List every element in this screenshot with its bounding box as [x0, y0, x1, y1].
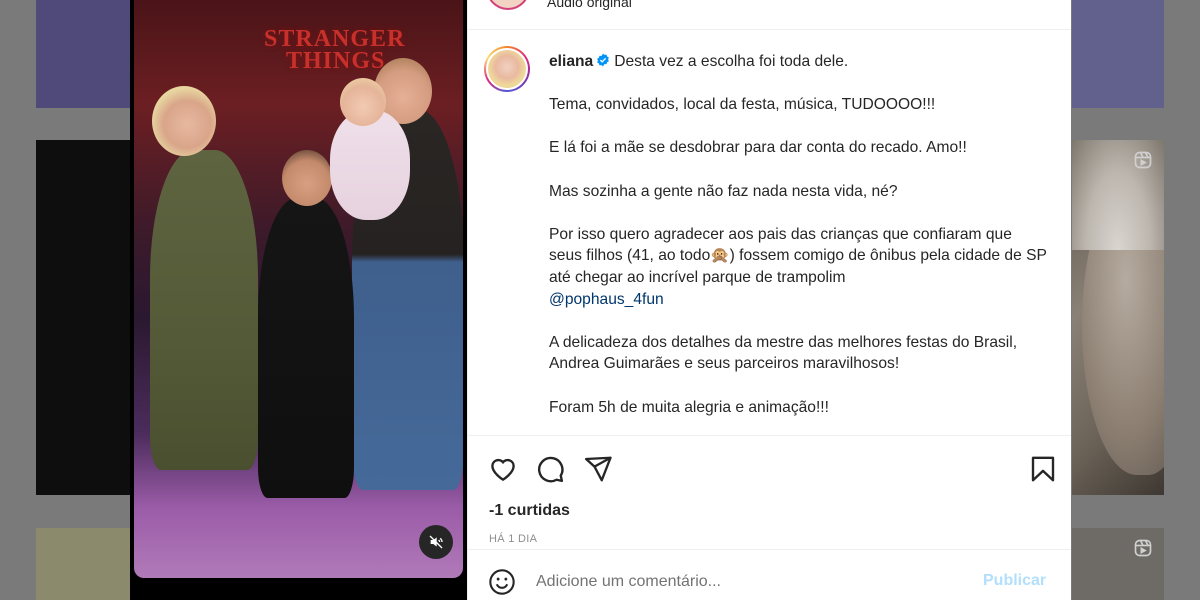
- feed-thumbnail[interactable]: [36, 0, 132, 108]
- heart-icon[interactable]: [488, 454, 518, 484]
- caption-paragraph: Tema, convidados, local da festa, música…: [549, 96, 936, 114]
- avatar[interactable]: [486, 0, 530, 10]
- speaker-muted-icon: [429, 535, 443, 549]
- publish-button[interactable]: Publicar: [983, 572, 1046, 590]
- action-bar: [468, 435, 1071, 499]
- post-date[interactable]: HÁ 1 DIA: [489, 533, 537, 545]
- post-details-panel: Áudio original eliana Desta vez a escolha…: [467, 0, 1071, 600]
- avatar[interactable]: [484, 46, 530, 92]
- paper-plane-icon[interactable]: [583, 454, 613, 484]
- caption-paragraph: Foram 5h de muita alegria e animação!!!: [549, 398, 829, 416]
- feed-thumbnail[interactable]: [36, 140, 132, 495]
- person-figure: [150, 150, 258, 470]
- person-head: [152, 86, 216, 156]
- feed-thumbnail[interactable]: [1072, 0, 1164, 108]
- caption-paragraph: A delicadeza dos detalhes da mestre das …: [549, 333, 1018, 373]
- feed-thumbnail[interactable]: [1072, 140, 1164, 495]
- post-header: Áudio original: [468, 0, 1071, 30]
- verified-badge-icon: [597, 53, 610, 67]
- person-head: [282, 150, 332, 206]
- caption-paragraph: E lá foi a mãe se desdobrar para dar con…: [549, 139, 967, 157]
- person-figure: [330, 110, 410, 220]
- mention-link[interactable]: @pophaus_4fun: [549, 291, 664, 308]
- caption-paragraph: Mas sozinha a gente não faz nada nesta v…: [549, 182, 898, 200]
- post-modal: STRANGER THINGS Áudio original eliana De…: [130, 0, 1071, 600]
- caption-first-line: eliana Desta vez a escolha foi toda dele.: [549, 51, 1049, 73]
- bookmark-icon[interactable]: [1028, 454, 1058, 484]
- caption-section: eliana Desta vez a escolha foi toda dele.…: [468, 30, 1071, 435]
- audio-label[interactable]: Áudio original: [547, 0, 632, 10]
- feed-thumbnail[interactable]: [36, 528, 132, 600]
- comment-input[interactable]: [536, 570, 956, 594]
- reels-icon: [1134, 151, 1152, 169]
- caption-text: eliana Desta vez a escolha foi toda dele.…: [549, 51, 1049, 435]
- smiley-icon[interactable]: [488, 568, 516, 596]
- comment-bar: Publicar: [468, 549, 1071, 600]
- username-link[interactable]: eliana: [549, 53, 593, 70]
- avatar-image: [486, 48, 528, 90]
- thanks-text: Por isso quero agradecer aos pais das cr…: [549, 225, 1047, 286]
- mute-button[interactable]: [419, 525, 453, 559]
- post-media[interactable]: STRANGER THINGS: [130, 0, 467, 600]
- likes-count[interactable]: -1 curtidas: [489, 502, 570, 520]
- reels-icon: [1134, 539, 1152, 557]
- sign-line-1: STRANGER: [264, 26, 406, 52]
- person-figure: [258, 198, 354, 498]
- caption-paragraph: Por isso quero agradecer aos pais das cr…: [549, 224, 1049, 310]
- comment-icon[interactable]: [535, 454, 565, 484]
- person-head: [340, 78, 386, 126]
- caption-intro: Desta vez a escolha foi toda dele.: [614, 53, 849, 70]
- post-photo[interactable]: STRANGER THINGS: [134, 0, 463, 578]
